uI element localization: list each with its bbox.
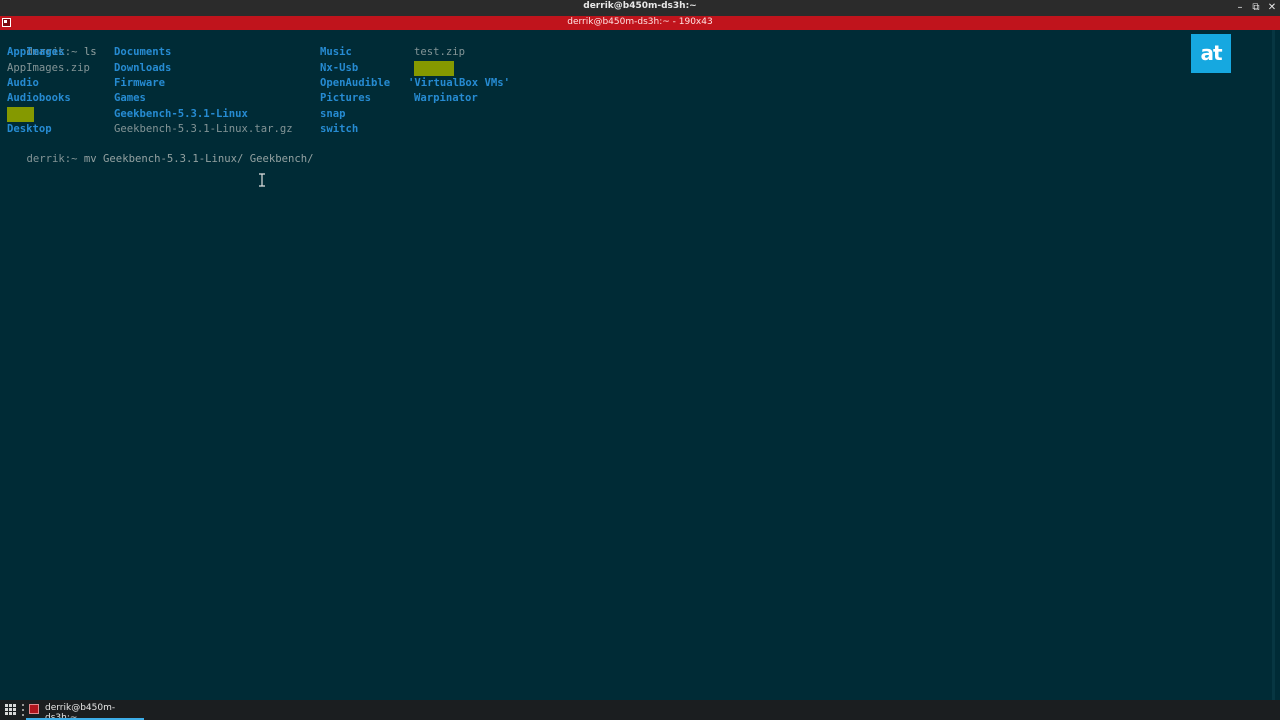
ls-entry-dir: Firmware <box>114 77 166 89</box>
taskbar: derrik@b450m-ds3h:~ <box>0 700 1280 720</box>
ls-entry-dir: Audiobooks <box>7 92 71 104</box>
terminal-tab-title: derrik@b450m-ds3h:~ - 190x43 <box>567 17 713 27</box>
minimize-button[interactable]: – <box>1232 0 1248 16</box>
ls-entry-file: AppImages.zip <box>7 62 90 74</box>
ls-entry-dir: Pictures <box>320 92 372 104</box>
ls-entry-highlighted <box>7 107 34 122</box>
taskbar-separator <box>22 704 24 716</box>
ls-entry-dir: snap <box>320 108 346 120</box>
terminal-app-icon <box>29 704 39 714</box>
maximize-button[interactable]: ⧉ <box>1248 0 1264 16</box>
ls-entry-file: test.zip <box>414 46 466 58</box>
ls-entry-dir: AppImages <box>7 46 65 58</box>
logo-badge: at <box>1191 34 1231 73</box>
command-text: ls <box>83 46 97 58</box>
window-title: derrik@b450m-ds3h:~ <box>583 1 697 11</box>
terminal-scrollbar[interactable] <box>1268 30 1280 700</box>
app-launcher-icon[interactable] <box>5 704 16 715</box>
ls-entry-dir: Music <box>320 46 352 58</box>
ls-entry-dir: Desktop <box>7 123 52 135</box>
ls-entry-dir: switch <box>320 123 359 135</box>
ls-entry-dir: Warpinator <box>414 92 478 104</box>
scrollbar-track[interactable] <box>1272 30 1275 700</box>
command-line-2: derrik:~ mv Geekbench-5.3.1-Linux/ Geekb… <box>1 137 314 165</box>
prompt: derrik:~ <box>26 153 84 165</box>
ls-entry-dir: Games <box>114 92 146 104</box>
terminal-tab[interactable]: derrik@b450m-ds3h:~ - 190x43 <box>0 16 1280 30</box>
ls-entry-file: Geekbench-5.3.1-Linux.tar.gz <box>114 123 293 135</box>
text-cursor-icon <box>259 173 265 187</box>
ls-entry-dir: Downloads <box>114 62 172 74</box>
ls-entry-highlighted <box>414 61 454 76</box>
window-titlebar[interactable]: derrik@b450m-ds3h:~ – ⧉ ✕ <box>0 0 1280 16</box>
ls-entry-dir: Audio <box>7 77 39 89</box>
terminal-output[interactable]: derrik:~ ls AppImages AppImages.zip Audi… <box>0 30 1268 700</box>
ls-entry-dir: 'VirtualBox VMs' <box>408 77 511 89</box>
taskbar-task-terminal[interactable]: derrik@b450m-ds3h:~ <box>26 700 144 720</box>
command-line-1: derrik:~ ls <box>1 30 97 58</box>
ls-entry-dir: Geekbench-5.3.1-Linux <box>114 108 248 120</box>
ls-entry-dir: OpenAudible <box>320 77 391 89</box>
ls-entry-dir: Documents <box>114 46 172 58</box>
ls-entry-dir: Nx-Usb <box>320 62 359 74</box>
close-button[interactable]: ✕ <box>1264 0 1280 16</box>
command-text: mv Geekbench-5.3.1-Linux/ Geekbench/ <box>83 153 314 165</box>
